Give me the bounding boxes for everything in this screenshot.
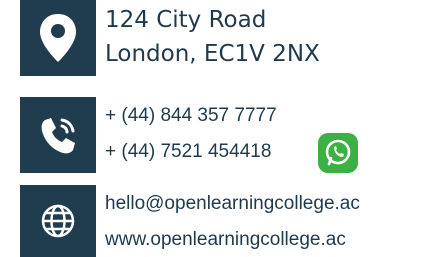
website-link[interactable]: www.openlearningcollege.ac <box>105 230 346 249</box>
phone-icon <box>20 97 96 173</box>
phone-number-2[interactable]: + (44) 7521 454418 <box>105 142 271 161</box>
location-pin-icon <box>20 0 96 76</box>
globe-icon <box>20 185 96 257</box>
address-line-1: 124 City Road <box>105 7 267 33</box>
phone-number-1[interactable]: + (44) 844 357 7777 <box>105 106 277 125</box>
whatsapp-icon[interactable] <box>318 133 358 173</box>
email-link[interactable]: hello@openlearningcollege.ac <box>105 194 360 213</box>
address-line-2: London, EC1V 2NX <box>105 41 320 67</box>
